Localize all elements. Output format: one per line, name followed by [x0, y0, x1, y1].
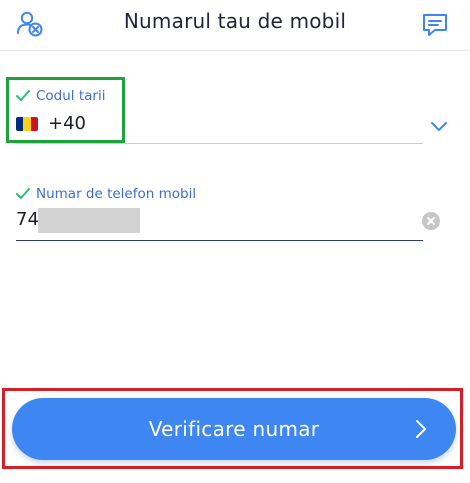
phone-label-row: Numar de telefon mobil	[16, 186, 423, 202]
phone-number-input[interactable]: 74	[16, 209, 39, 230]
header: Numarul tau de mobil	[0, 0, 470, 51]
page-title: Numarul tau de mobil	[123, 9, 347, 33]
close-icon	[427, 217, 435, 225]
chat-icon[interactable]	[421, 11, 449, 39]
country-code-underline	[16, 143, 423, 144]
highlight-verify-button	[2, 388, 463, 469]
redacted-phone-digits	[38, 208, 140, 233]
chevron-down-icon[interactable]	[430, 121, 448, 133]
phone-underline	[16, 240, 423, 241]
highlight-country-code	[6, 77, 125, 143]
phone-label: Numar de telefon mobil	[36, 186, 197, 202]
check-icon	[16, 188, 30, 199]
phone-number-field[interactable]: Numar de telefon mobil 74	[16, 186, 440, 244]
clear-icon[interactable]	[422, 212, 440, 230]
